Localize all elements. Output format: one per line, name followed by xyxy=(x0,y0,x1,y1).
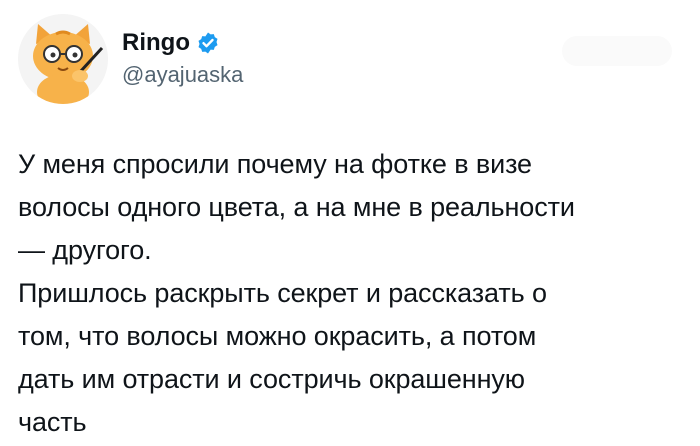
verified-badge-icon xyxy=(198,32,218,54)
header-placeholder xyxy=(562,36,672,66)
tweet-text: У меня спросили почему на фотке в визе в… xyxy=(18,143,690,444)
tweet-paragraph-2: Пришлось раскрыть секрет и рассказать о … xyxy=(18,278,547,437)
display-name-row: Ringo xyxy=(122,28,243,58)
user-info: Ringo @ayajuaska xyxy=(122,28,243,90)
avatar[interactable] xyxy=(18,14,108,104)
display-name[interactable]: Ringo xyxy=(122,28,190,58)
orange-cat-avatar-icon xyxy=(18,14,108,104)
tweet: Ringo @ayajuaska У меня спросили почему … xyxy=(0,0,700,446)
user-handle[interactable]: @ayajuaska xyxy=(122,60,243,90)
tweet-paragraph-1: У меня спросили почему на фотке в визе в… xyxy=(18,149,575,265)
tweet-header: Ringo @ayajuaska xyxy=(18,14,678,104)
